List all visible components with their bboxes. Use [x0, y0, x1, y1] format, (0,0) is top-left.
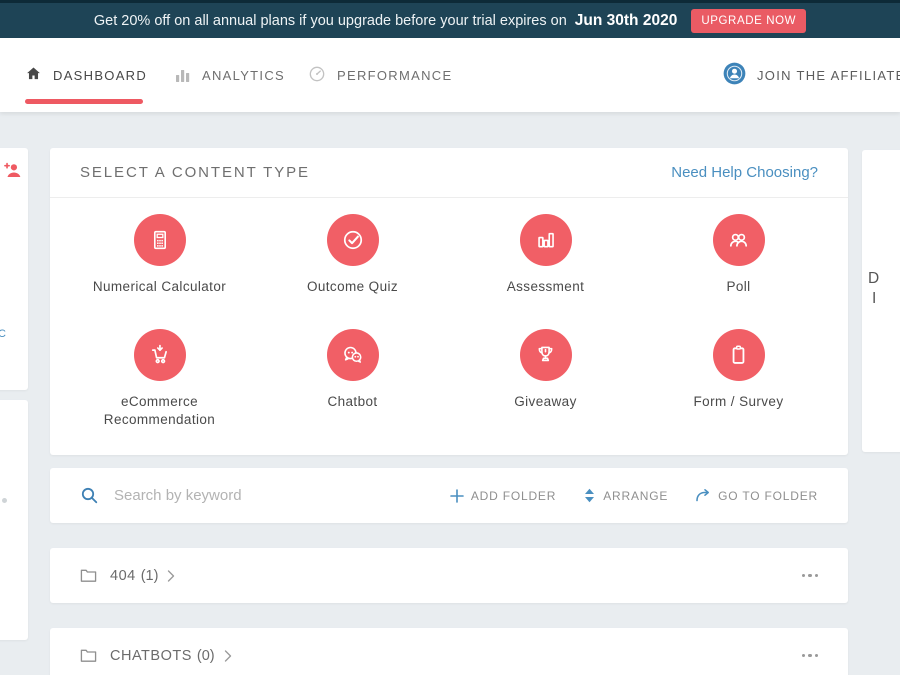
- action-label: ARRANGE: [603, 489, 668, 503]
- content-type-outcome-quiz[interactable]: Outcome Quiz: [256, 214, 449, 329]
- content-type-form-survey[interactable]: Form / Survey: [642, 329, 835, 444]
- need-help-link[interactable]: Need Help Choosing?: [671, 164, 818, 181]
- clipped-content-fragment: [2, 498, 7, 503]
- right-panel-card[interactable]: D I: [862, 150, 900, 452]
- gauge-icon: [308, 65, 326, 86]
- folder-actions: ADD FOLDER ARRANGE GO TO FOLDER: [450, 488, 818, 503]
- more-options-icon[interactable]: [802, 574, 819, 578]
- upgrade-now-button[interactable]: UPGRADE NOW: [691, 9, 806, 33]
- content-type-label: Numerical Calculator: [93, 278, 226, 296]
- active-tab-underline: [25, 99, 143, 104]
- page-title: SELECT A CONTENT TYPE: [80, 164, 310, 181]
- left-sidebar-card-2[interactable]: [0, 400, 28, 640]
- content-type-label: Chatbot: [327, 393, 377, 411]
- content-type-chatbot[interactable]: Chatbot: [256, 329, 449, 444]
- clipped-link-fragment[interactable]: C: [0, 328, 7, 340]
- folder-row-chatbots[interactable]: CHATBOTS (0): [50, 628, 848, 675]
- clipped-text-fragment: I: [872, 290, 876, 308]
- go-to-folder-button[interactable]: GO TO FOLDER: [695, 488, 818, 503]
- cart-icon: [134, 329, 186, 381]
- tab-performance[interactable]: PERFORMANCE: [308, 38, 452, 112]
- more-options-icon[interactable]: [802, 654, 819, 658]
- check-circle-icon: [327, 214, 379, 266]
- calculator-icon: [134, 214, 186, 266]
- search-bar-card: ADD FOLDER ARRANGE GO TO FOLDER: [50, 468, 848, 523]
- action-label: ADD FOLDER: [471, 489, 556, 503]
- arrange-button[interactable]: ARRANGE: [583, 488, 668, 503]
- bar-chart-icon: [175, 65, 191, 86]
- sort-arrows-icon: [583, 488, 596, 503]
- home-icon: [25, 65, 42, 85]
- content-type-label: Assessment: [507, 278, 585, 296]
- tab-label: ANALYTICS: [202, 68, 285, 83]
- folder-name: 404: [110, 568, 136, 584]
- search-icon: [80, 486, 99, 505]
- trophy-icon: [520, 329, 572, 381]
- promo-message: Get 20% off on all annual plans if you u…: [94, 13, 567, 29]
- affiliate-label: JOIN THE AFFILIATE PROGRAM: [757, 68, 900, 83]
- search-input[interactable]: [112, 486, 450, 505]
- people-icon: [713, 214, 765, 266]
- folder-count: (0): [197, 648, 215, 664]
- tab-analytics[interactable]: ANALYTICS: [175, 38, 285, 112]
- folder-icon: [80, 648, 97, 663]
- promo-banner: Get 20% off on all annual plans if you u…: [0, 0, 900, 38]
- content-type-ecommerce-recommendation[interactable]: eCommerce Recommendation: [63, 329, 256, 444]
- folder-count: (1): [141, 568, 159, 584]
- content-type-label: Outcome Quiz: [307, 278, 398, 296]
- content-type-label: Form / Survey: [694, 393, 784, 411]
- tab-label: DASHBOARD: [53, 68, 147, 83]
- bar-graph-icon: [520, 214, 572, 266]
- clipped-text-fragment: D: [868, 270, 880, 288]
- content-type-giveaway[interactable]: Giveaway: [449, 329, 642, 444]
- content-type-grid: Numerical Calculator Outcome Quiz Assess…: [63, 214, 835, 444]
- action-label: GO TO FOLDER: [718, 489, 818, 503]
- left-sidebar-card[interactable]: C: [0, 148, 28, 390]
- add-folder-button[interactable]: ADD FOLDER: [450, 489, 556, 503]
- content-type-label: eCommerce Recommendation: [80, 393, 240, 428]
- clipboard-icon: [713, 329, 765, 381]
- content-type-label: Poll: [726, 278, 750, 296]
- chat-bubbles-icon: [327, 329, 379, 381]
- content-type-card: SELECT A CONTENT TYPE Need Help Choosing…: [50, 148, 848, 455]
- content-type-poll[interactable]: Poll: [642, 214, 835, 329]
- folder-icon: [80, 568, 97, 583]
- person-circle-icon: [723, 62, 746, 88]
- add-user-icon[interactable]: [2, 160, 24, 187]
- app-screen: Get 20% off on all annual plans if you u…: [0, 0, 900, 675]
- curved-arrow-icon: [695, 488, 711, 503]
- folder-row-404[interactable]: 404 (1): [50, 548, 848, 603]
- content-type-label: Giveaway: [514, 393, 576, 411]
- content-type-numerical-calculator[interactable]: Numerical Calculator: [63, 214, 256, 329]
- chevron-right-icon: [167, 570, 175, 582]
- tab-label: PERFORMANCE: [337, 68, 452, 83]
- content-type-header: SELECT A CONTENT TYPE Need Help Choosing…: [50, 148, 848, 198]
- promo-deadline: Jun 30th 2020: [575, 12, 678, 30]
- chevron-right-icon: [224, 650, 232, 662]
- content-type-assessment[interactable]: Assessment: [449, 214, 642, 329]
- folder-name: CHATBOTS: [110, 648, 192, 664]
- plus-icon: [450, 489, 464, 503]
- top-navbar: DASHBOARD ANALYTICS PERFORMANCE JOIN THE…: [0, 38, 900, 112]
- affiliate-program-link[interactable]: JOIN THE AFFILIATE PROGRAM: [723, 38, 900, 112]
